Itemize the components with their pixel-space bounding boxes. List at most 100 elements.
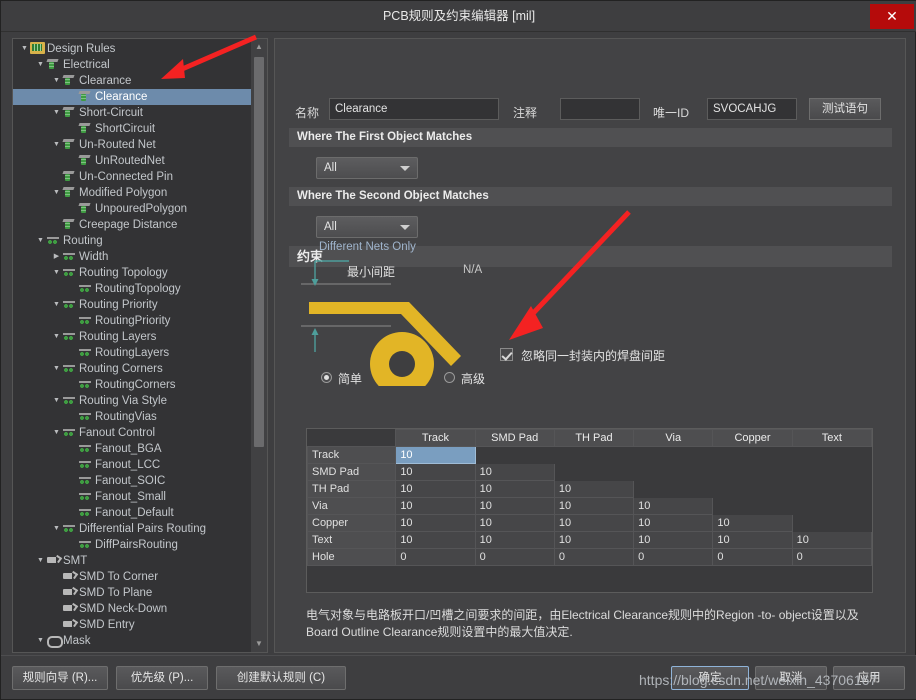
comment-input[interactable] xyxy=(560,98,640,120)
chevron-down-icon[interactable]: ▼ xyxy=(51,329,62,345)
mode-simple-radio[interactable] xyxy=(321,372,332,383)
tree-item-routingcorners[interactable]: RoutingCorners xyxy=(13,377,251,393)
chevron-down-icon[interactable]: ▼ xyxy=(51,521,62,537)
priority-button[interactable]: 优先级 (P)... xyxy=(116,666,208,690)
matrix-cell[interactable]: 10 xyxy=(474,480,555,498)
tree-item-smd-entry[interactable]: SMD Entry xyxy=(13,617,251,633)
chevron-down-icon[interactable]: ▼ xyxy=(35,553,46,569)
rule-wizard-button[interactable]: 规则向导 (R)... xyxy=(12,666,108,690)
chevron-down-icon[interactable]: ▼ xyxy=(51,361,62,377)
tree-item-fanout-soic[interactable]: Fanout_SOIC xyxy=(13,473,251,489)
tree-scrollbar[interactable]: ▲ ▼ xyxy=(251,39,267,652)
scroll-down-icon[interactable]: ▼ xyxy=(251,636,267,652)
tree-item-routinglayers[interactable]: RoutingLayers xyxy=(13,345,251,361)
matrix-cell[interactable]: 10 xyxy=(395,497,476,515)
tree-item-smd-to-corner[interactable]: SMD To Corner xyxy=(13,569,251,585)
scroll-up-icon[interactable]: ▲ xyxy=(251,39,267,55)
matrix-cell[interactable]: 10 xyxy=(395,480,476,498)
chevron-down-icon[interactable]: ▼ xyxy=(51,425,62,441)
matrix-cell[interactable]: 0 xyxy=(791,548,872,566)
cancel-button[interactable]: 取消 xyxy=(755,666,827,690)
tree-item-un-routed-net[interactable]: ▼ Un-Routed Net xyxy=(13,137,251,153)
create-default-rules-button[interactable]: 创建默认规则 (C) xyxy=(216,666,346,690)
ok-button[interactable]: 确定 xyxy=(671,666,749,690)
scrollbar-thumb[interactable] xyxy=(254,57,264,447)
chevron-down-icon[interactable]: ▼ xyxy=(35,633,46,649)
matrix-cell[interactable]: 10 xyxy=(791,531,872,549)
rules-tree[interactable]: ▼ Design Rules ▼ Electrical ▼ Clearance Cleara… xyxy=(13,41,251,652)
tree-item-design-rules[interactable]: ▼ Design Rules xyxy=(13,41,251,57)
name-input[interactable] xyxy=(329,98,499,120)
tree-item-routing-layers[interactable]: ▼ Routing Layers xyxy=(13,329,251,345)
matrix-cell[interactable]: 10 xyxy=(712,514,793,532)
matrix-cell[interactable]: 10 xyxy=(633,531,714,549)
tree-item-routing[interactable]: ▼ Routing xyxy=(13,233,251,249)
chevron-down-icon[interactable]: ▼ xyxy=(35,57,46,73)
matrix-cell[interactable]: 0 xyxy=(712,548,793,566)
matrix-cell[interactable]: 0 xyxy=(474,548,555,566)
tree-item-routing-corners[interactable]: ▼ Routing Corners xyxy=(13,361,251,377)
matrix-cell[interactable]: 10 xyxy=(395,463,476,481)
tree-item-fanout-lcc[interactable]: Fanout_LCC xyxy=(13,457,251,473)
tree-item-smd-to-plane[interactable]: SMD To Plane xyxy=(13,585,251,601)
tree-item-electrical[interactable]: ▼ Electrical xyxy=(13,57,251,73)
matrix-cell[interactable]: 10 xyxy=(474,514,555,532)
clearance-matrix[interactable]: Track SMD Pad TH Pad Via Copper Text Track 10 S… xyxy=(307,429,872,566)
tree-item-unpouredpolygon[interactable]: UnpouredPolygon xyxy=(13,201,251,217)
chevron-down-icon[interactable]: ▼ xyxy=(51,73,62,89)
tree-item-smd-neck-down[interactable]: SMD Neck-Down xyxy=(13,601,251,617)
tree-item-creepage-distance[interactable]: Creepage Distance xyxy=(13,217,251,233)
test-statement-button[interactable]: 测试语句 xyxy=(809,98,881,120)
chevron-down-icon[interactable]: ▼ xyxy=(51,265,62,281)
tree-item-un-connected-pin[interactable]: Un-Connected Pin xyxy=(13,169,251,185)
tree-item-routing-topology[interactable]: ▼ Routing Topology xyxy=(13,265,251,281)
chevron-down-icon[interactable]: ▼ xyxy=(51,393,62,409)
tree-item-routingpriority[interactable]: RoutingPriority xyxy=(13,313,251,329)
chevron-down-icon[interactable]: ▼ xyxy=(51,105,62,121)
tree-item-differential-pairs-routing[interactable]: ▼ Differential Pairs Routing xyxy=(13,521,251,537)
chevron-down-icon[interactable]: ▼ xyxy=(51,297,62,313)
tree-item-fanout-default[interactable]: Fanout_Default xyxy=(13,505,251,521)
close-icon[interactable]: ✕ xyxy=(870,4,914,29)
matrix-cell[interactable]: 10 xyxy=(553,514,635,532)
apply-button[interactable]: 应用 xyxy=(833,666,905,690)
chevron-down-icon[interactable]: ▼ xyxy=(51,137,62,153)
tree-item-unroutednet[interactable]: UnRoutedNet xyxy=(13,153,251,169)
tree-item-routing-via-style[interactable]: ▼ Routing Via Style xyxy=(13,393,251,409)
tree-item-clearance[interactable]: ▼ Clearance xyxy=(13,73,251,89)
tree-item-fanout-control[interactable]: ▼ Fanout Control xyxy=(13,425,251,441)
tree-item-short-circuit[interactable]: ▼ Short-Circuit xyxy=(13,105,251,121)
matrix-cell[interactable]: 10 xyxy=(474,497,555,515)
chevron-down-icon[interactable]: ▼ xyxy=(19,41,30,57)
matrix-cell[interactable]: 10 xyxy=(474,463,555,481)
tree-item-fanout-bga[interactable]: Fanout_BGA xyxy=(13,441,251,457)
tree-item-routingvias[interactable]: RoutingVias xyxy=(13,409,251,425)
matrix-cell[interactable]: 0 xyxy=(553,548,635,566)
matrix-cell[interactable]: 10 xyxy=(395,514,476,532)
tree-item-diffpairsrouting[interactable]: DiffPairsRouting xyxy=(13,537,251,553)
unique-id-input[interactable] xyxy=(707,98,797,120)
matrix-cell[interactable]: 10 xyxy=(553,531,635,549)
tree-item-clearance[interactable]: Clearance xyxy=(13,89,251,105)
tree-item-shortcircuit[interactable]: ShortCircuit xyxy=(13,121,251,137)
matrix-cell[interactable]: 10 xyxy=(553,480,635,498)
matrix-cell[interactable]: 0 xyxy=(395,548,476,566)
tree-item-width[interactable]: ▶ Width xyxy=(13,249,251,265)
matrix-cell[interactable]: 0 xyxy=(633,548,714,566)
matrix-cell[interactable]: 10 xyxy=(712,531,793,549)
chevron-down-icon[interactable]: ▼ xyxy=(35,233,46,249)
chevron-right-icon[interactable]: ▶ xyxy=(51,249,62,265)
tree-item-fanout-small[interactable]: Fanout_Small xyxy=(13,489,251,505)
second-object-scope-select[interactable]: All xyxy=(316,216,418,238)
matrix-cell[interactable]: 10 xyxy=(633,514,714,532)
matrix-cell[interactable]: 10 xyxy=(395,531,476,549)
matrix-cell[interactable]: 10 xyxy=(553,497,635,515)
tree-item-mask[interactable]: ▼ Mask xyxy=(13,633,251,649)
chevron-down-icon[interactable]: ▼ xyxy=(51,185,62,201)
tree-item-smt[interactable]: ▼ SMT xyxy=(13,553,251,569)
mode-advanced-radio[interactable] xyxy=(444,372,455,383)
ignore-pads-checkbox[interactable] xyxy=(500,348,513,361)
first-object-scope-select[interactable]: All xyxy=(316,157,418,179)
clearance-matrix-panel[interactable]: Track SMD Pad TH Pad Via Copper Text Track 10 S… xyxy=(306,428,873,593)
matrix-cell[interactable]: 10 xyxy=(395,446,476,464)
